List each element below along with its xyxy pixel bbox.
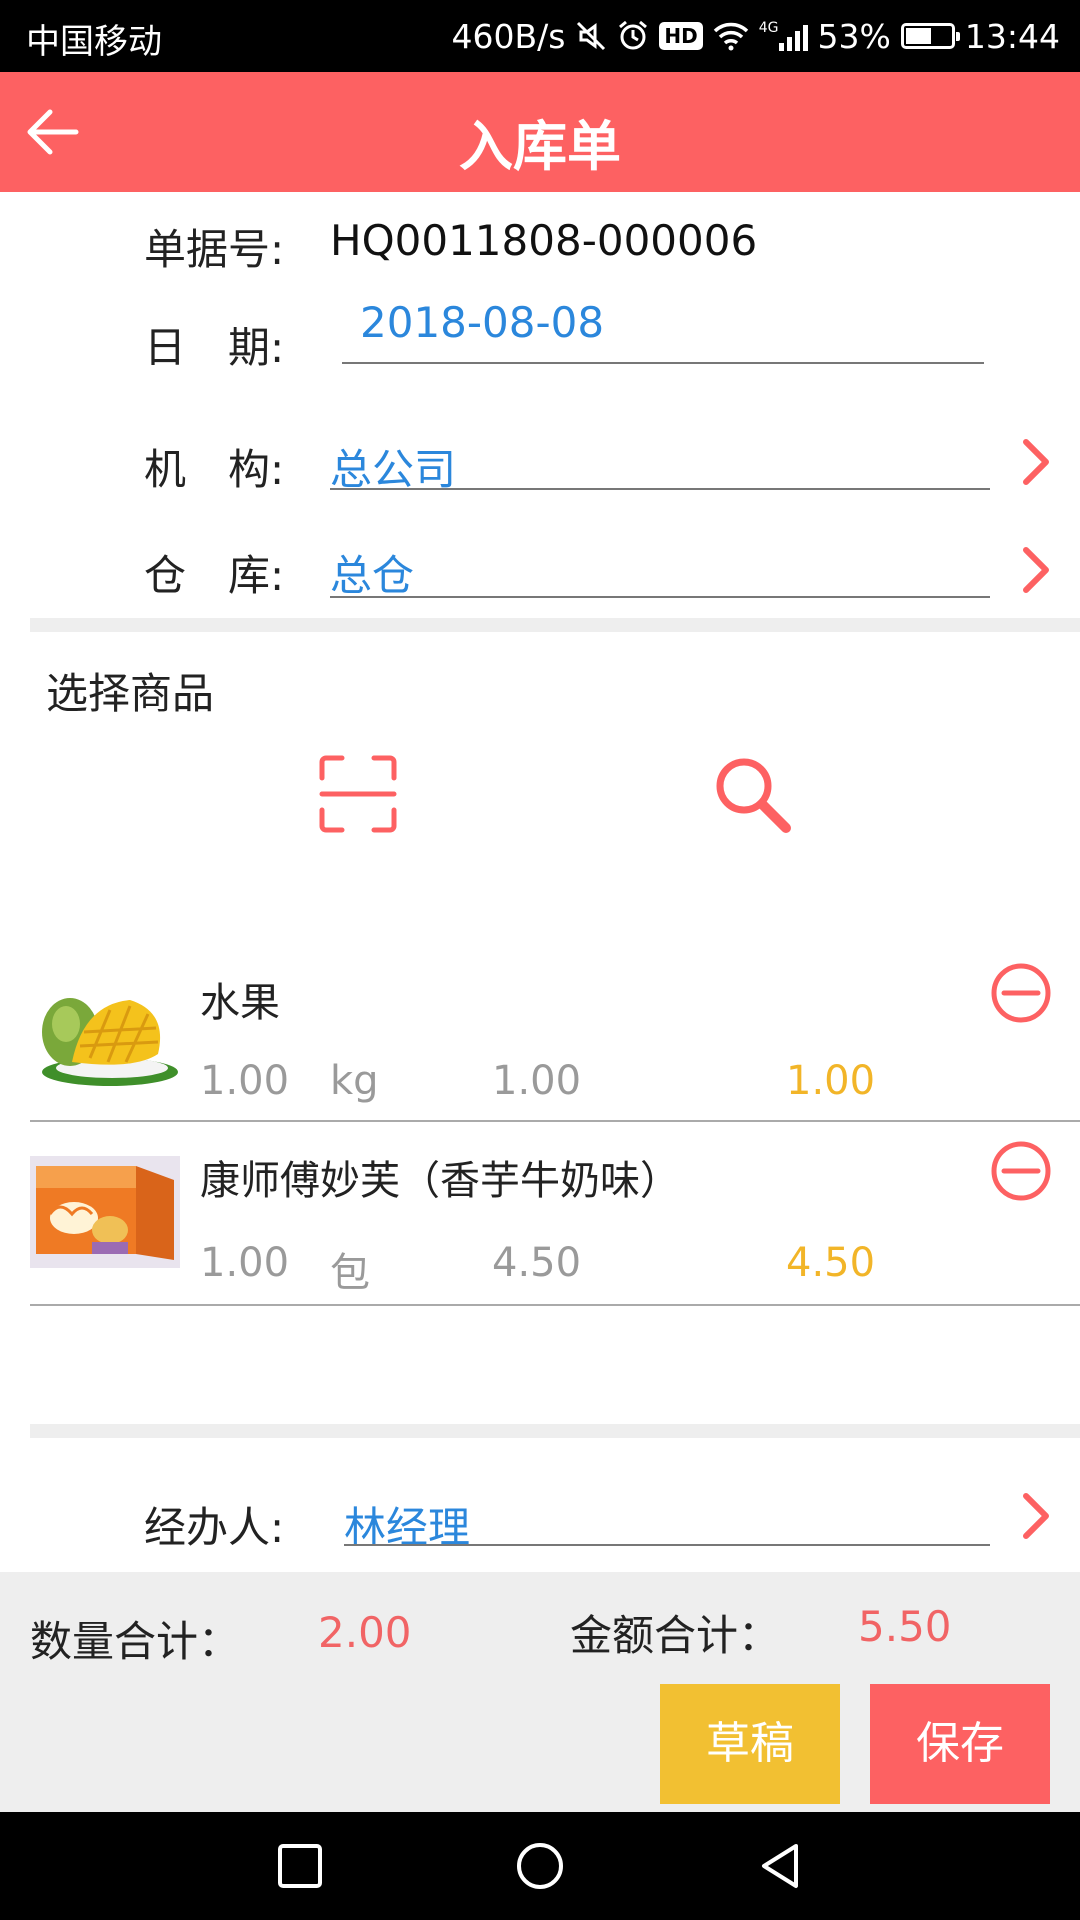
product-row[interactable]: 康师傅妙芙（香芋牛奶味） 1.00 包 4.50 4.50 [30, 1140, 1080, 1306]
doc-no-value: HQ0011808-000006 [330, 216, 758, 265]
product-unit: 包 [330, 1250, 370, 1296]
title-bar: 入库单 [0, 72, 1080, 192]
org-underline [330, 488, 990, 490]
cake-box-image [30, 1156, 180, 1268]
screen: 中国移动 460B/s HD 4G 53% 13:44 入库单 单据号: HQ0… [0, 0, 1080, 1920]
search-icon[interactable] [712, 754, 796, 838]
chevron-right-icon[interactable] [1016, 1490, 1056, 1542]
remove-circle-icon[interactable] [990, 1140, 1052, 1202]
remove-circle-icon[interactable] [990, 962, 1052, 1024]
row-divider [30, 1120, 1080, 1122]
chevron-right-icon[interactable] [1016, 436, 1056, 488]
alarm-icon [619, 20, 648, 50]
status-icons: 460B/s HD 4G 53% 13:44 [451, 12, 1060, 60]
chevron-right-icon[interactable] [1016, 544, 1056, 596]
product-qty: 1.00 [200, 1058, 290, 1104]
hd-icon: HD [659, 22, 703, 50]
row-divider [30, 1304, 1080, 1306]
status-bar: 中国移动 460B/s HD 4G 53% 13:44 [0, 0, 1080, 72]
signal-icon: 4G [759, 21, 808, 51]
battery-percent: 53% [817, 16, 891, 56]
net-speed: 460B/s [451, 16, 566, 56]
page-title: 入库单 [459, 115, 621, 178]
product-name: 康师傅妙芙（香芋牛奶味） [200, 1158, 680, 1204]
handler-label: 经办人: [144, 1503, 285, 1552]
mango-image [30, 980, 180, 1092]
select-goods-title: 选择商品 [46, 669, 215, 718]
signal-bars [778, 21, 808, 51]
scan-icon[interactable] [318, 754, 398, 834]
section-divider [30, 618, 1080, 632]
warehouse-field[interactable]: 总仓 [330, 542, 414, 603]
product-price: 1.00 [492, 1058, 582, 1104]
draft-button[interactable]: 草稿 [660, 1684, 840, 1804]
qty-total-value: 2.00 [318, 1608, 412, 1657]
product-qty: 1.00 [200, 1240, 290, 1286]
warehouse-underline [330, 596, 990, 598]
warehouse-label: 仓 库: [144, 551, 285, 600]
amount-total-label: 金额合计： [570, 1611, 781, 1660]
battery-level [905, 28, 932, 44]
doc-no-label: 单据号: [144, 225, 285, 274]
org-label: 机 构: [144, 445, 285, 494]
mute-icon [577, 21, 606, 51]
clock: 13:44 [964, 16, 1060, 56]
date-label: 日 期: [144, 323, 285, 372]
section-divider [30, 1424, 1080, 1438]
battery-icon [900, 23, 960, 49]
amount-total-value: 5.50 [858, 1602, 952, 1651]
product-name: 水果 [200, 980, 280, 1026]
network-type: 4G [758, 20, 779, 36]
save-button[interactable]: 保存 [870, 1684, 1050, 1804]
handler-underline [344, 1544, 990, 1546]
product-price: 4.50 [492, 1240, 582, 1286]
date-underline [342, 362, 984, 364]
product-row[interactable]: 水果 1.00 kg 1.00 1.00 [30, 960, 1080, 1122]
home-icon[interactable] [514, 1840, 566, 1892]
product-unit: kg [330, 1058, 379, 1104]
date-field[interactable]: 2018-08-08 [360, 298, 604, 347]
product-amount: 1.00 [786, 1058, 876, 1104]
back-triangle-icon[interactable] [754, 1840, 806, 1892]
recent-apps-icon[interactable] [274, 1840, 326, 1892]
navigation-bar [0, 1812, 1080, 1920]
qty-total-label: 数量合计： [30, 1617, 241, 1666]
summary-bar: 数量合计： 2.00 金额合计： 5.50 草稿 保存 [0, 1572, 1080, 1812]
carrier-name: 中国移动 [26, 22, 162, 62]
wifi-icon [713, 22, 748, 51]
product-amount: 4.50 [786, 1240, 876, 1286]
